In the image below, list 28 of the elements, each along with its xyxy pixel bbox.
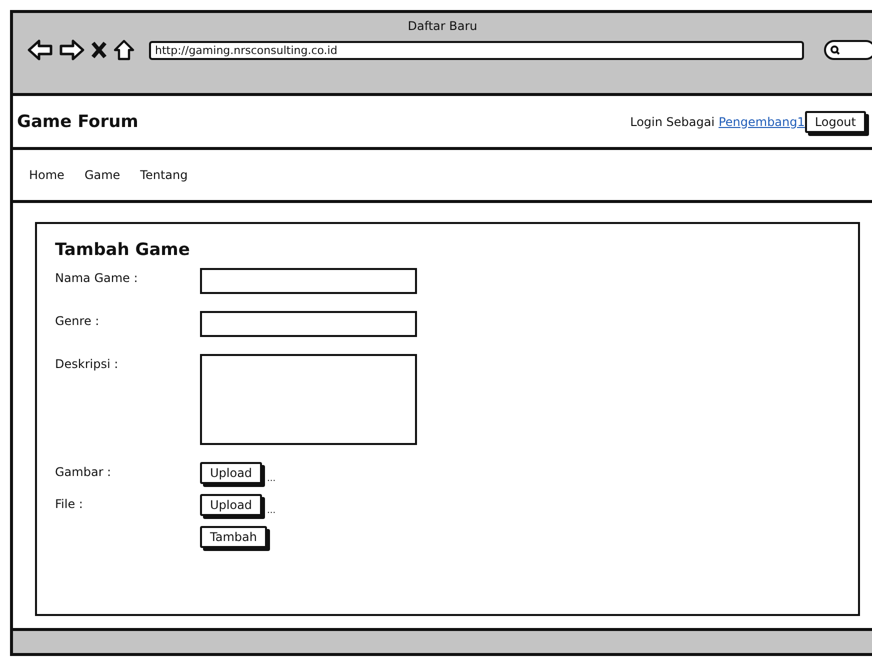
nav-link[interactable]: Home bbox=[29, 168, 64, 182]
close-icon[interactable] bbox=[91, 41, 107, 59]
field-label: Deskripsi : bbox=[55, 356, 120, 371]
forward-icon[interactable] bbox=[59, 39, 85, 61]
field-label: Gambar : bbox=[55, 464, 112, 479]
nav-link[interactable]: Tentang bbox=[140, 168, 188, 182]
back-icon[interactable] bbox=[27, 39, 53, 61]
text-input[interactable] bbox=[200, 268, 417, 294]
form-title: Tambah Game bbox=[55, 240, 191, 260]
file-name-text: ... bbox=[267, 506, 276, 516]
search-icon bbox=[830, 45, 840, 55]
nav-link[interactable]: Game bbox=[84, 168, 120, 182]
home-icon[interactable] bbox=[113, 39, 135, 61]
login-label: Login Sebagai bbox=[630, 114, 715, 128]
field-label: File : bbox=[55, 496, 84, 511]
site-title: Game Forum bbox=[17, 112, 140, 132]
field-label: Nama Game : bbox=[55, 270, 139, 285]
address-field[interactable]: http://gaming.nrsconsulting.co.id bbox=[149, 40, 804, 60]
field-label: Genre : bbox=[55, 313, 100, 328]
text-area[interactable] bbox=[200, 354, 417, 445]
window-title: Daftar Baru bbox=[408, 19, 478, 33]
upload-button[interactable]: Upload bbox=[200, 494, 262, 516]
search-field[interactable] bbox=[824, 40, 872, 60]
user-link[interactable]: Pengembang1 bbox=[718, 114, 805, 128]
text-input[interactable] bbox=[200, 311, 417, 337]
file-name-text: ... bbox=[267, 474, 276, 484]
submit-button[interactable]: Tambah bbox=[200, 526, 267, 548]
upload-button[interactable]: Upload bbox=[200, 462, 262, 484]
